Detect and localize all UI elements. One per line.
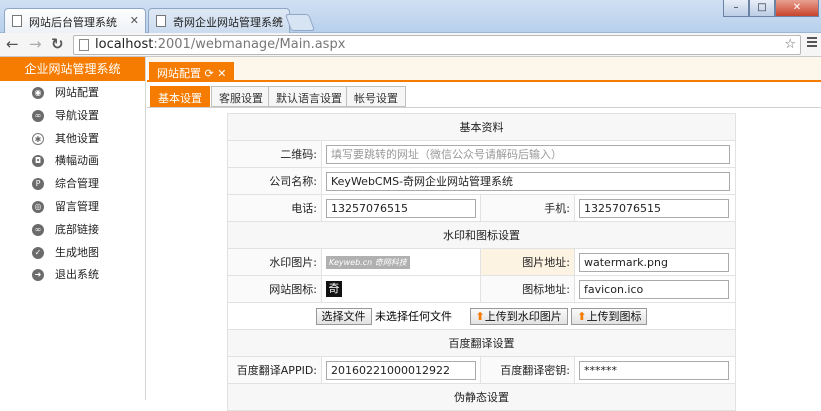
page-icon bbox=[79, 39, 89, 51]
message-icon: ◎ bbox=[32, 200, 44, 213]
sidebar-item-sitemap[interactable]: ✓ 生成地图 bbox=[0, 242, 145, 265]
camera-icon: ◘ bbox=[32, 155, 44, 168]
key-label: 百度翻译密钥: bbox=[480, 356, 575, 384]
sidebar-title: 企业网站管理系统 bbox=[0, 57, 145, 81]
sidebar-item-footer-links[interactable]: ∞ 底部链接 bbox=[0, 219, 145, 242]
cog-icon: ✱ bbox=[32, 132, 44, 145]
section-basic: 基本资料 bbox=[227, 113, 736, 141]
no-file-text: 未选择任何文件 bbox=[375, 309, 453, 323]
close-tab-icon[interactable]: ✕ bbox=[274, 14, 283, 27]
wm-path-input[interactable]: watermark.png bbox=[579, 252, 729, 272]
sidebar-item-general[interactable]: P 综合管理 bbox=[0, 173, 145, 196]
back-icon[interactable]: ← bbox=[6, 36, 19, 52]
upload-icon-button[interactable]: ⬆上传到图标 bbox=[571, 307, 648, 325]
link-icon: ∞ bbox=[32, 109, 44, 122]
sidebar: 企业网站管理系统 ◉ 网站配置 ∞ 导航设置 ✱ 其他设置 ◘ 横幅动画 P 综合管理 ◎… bbox=[0, 57, 146, 400]
company-label: 公司名称: bbox=[227, 167, 322, 195]
site-icon-label: 网站图标: bbox=[227, 275, 322, 303]
sidebar-item-logout[interactable]: ➜ 退出系统 bbox=[0, 264, 145, 287]
minimize-button[interactable]: – bbox=[723, 0, 749, 17]
site-favicon: 奇 bbox=[326, 281, 342, 297]
section-partial: 伪静态设置 bbox=[227, 383, 736, 411]
choose-file-button[interactable]: 选择文件 bbox=[315, 307, 372, 325]
gear-icon: ◉ bbox=[32, 87, 44, 99]
bookmark-star-icon[interactable]: ☆ bbox=[784, 37, 796, 52]
wm-path-label: 图片地址: bbox=[480, 248, 575, 276]
watermark-image: Keyweb.cn 奇网科技 bbox=[326, 256, 410, 269]
phone-input[interactable]: 13257076515 bbox=[326, 198, 476, 218]
close-icon[interactable]: ✕ bbox=[217, 67, 226, 80]
browser-tab-2[interactable]: 奇网企业网站管理系统 ✕ bbox=[148, 8, 290, 33]
close-tab-icon[interactable]: ✕ bbox=[130, 14, 139, 27]
sidebar-item-nav[interactable]: ∞ 导航设置 bbox=[0, 105, 145, 128]
address-bar[interactable]: localhost:2001/webmanage/Main.aspx ☆ bbox=[73, 35, 801, 55]
section-translate: 百度翻译设置 bbox=[227, 329, 736, 357]
browser-titlebar: 网站后台管理系统 ✕ 奇网企业网站管理系统 ✕ – □ ✕ bbox=[0, 0, 821, 33]
reload-icon[interactable]: ↻ bbox=[51, 36, 64, 52]
phone-label: 电话: bbox=[227, 194, 322, 222]
sidebar-item-messages[interactable]: ◎ 留言管理 bbox=[0, 196, 145, 219]
subtab-basic[interactable]: 基本设置 bbox=[150, 86, 210, 107]
browser-tab-1[interactable]: 网站后台管理系统 ✕ bbox=[4, 8, 146, 33]
mobile-label: 手机: bbox=[480, 194, 575, 222]
settings-table: 基本资料 二维码: 填写要跳转的网址（微信公众号请解码后输入） 公司名称: Ke… bbox=[227, 113, 736, 411]
upload-watermark-button[interactable]: ⬆上传到水印图片 bbox=[469, 307, 568, 325]
icon-path-label: 图标地址: bbox=[480, 275, 575, 303]
appid-label: 百度翻译APPID: bbox=[227, 356, 322, 384]
wm-image-label: 水印图片: bbox=[227, 248, 322, 276]
key-input[interactable]: ****** bbox=[579, 360, 729, 380]
sidebar-item-site-config[interactable]: ◉ 网站配置 bbox=[0, 82, 145, 105]
link-icon: ∞ bbox=[32, 223, 44, 236]
settings-form: 基本资料 二维码: 填写要跳转的网址（微信公众号请解码后输入） 公司名称: Ke… bbox=[147, 109, 821, 411]
sidebar-item-banner[interactable]: ◘ 横幅动画 bbox=[0, 150, 145, 173]
icon-path-input[interactable]: favicon.ico bbox=[579, 279, 729, 299]
maximize-button[interactable]: □ bbox=[749, 0, 775, 17]
qrcode-label: 二维码: bbox=[227, 140, 322, 168]
tab-title: 奇网企业网站管理系统 bbox=[173, 16, 283, 29]
subtab-account[interactable]: 帐号设置 bbox=[346, 86, 406, 107]
main-tabbar: 网站配置 ⟳ ✕ bbox=[147, 57, 821, 82]
subtab-service[interactable]: 客服设置 bbox=[211, 86, 271, 107]
section-watermark: 水印和图标设置 bbox=[227, 221, 736, 249]
window-controls: – □ ✕ bbox=[723, 0, 819, 17]
tab-title: 网站后台管理系统 bbox=[29, 16, 117, 29]
exit-icon: ➜ bbox=[32, 269, 44, 282]
qrcode-input[interactable]: 填写要跳转的网址（微信公众号请解码后输入） bbox=[326, 144, 730, 164]
close-window-button[interactable]: ✕ bbox=[775, 0, 819, 17]
sidebar-item-other[interactable]: ✱ 其他设置 bbox=[0, 128, 145, 151]
new-tab-button[interactable] bbox=[284, 14, 316, 31]
subtabs: 基本设置 客服设置 默认语言设置 帐号设置 bbox=[147, 82, 821, 108]
toolbar: ← → ↻ localhost:2001/webmanage/Main.aspx… bbox=[0, 33, 821, 57]
main-panel: 网站配置 ⟳ ✕ 基本设置 客服设置 默认语言设置 帐号设置 基本资料 二维码:… bbox=[147, 57, 821, 411]
p-icon: P bbox=[32, 178, 44, 191]
menu-icon[interactable] bbox=[807, 37, 817, 49]
page-icon bbox=[156, 15, 166, 27]
tab-site-config[interactable]: 网站配置 ⟳ ✕ bbox=[149, 62, 235, 82]
company-input[interactable]: KeyWebCMS-奇网企业网站管理系统 bbox=[326, 171, 730, 191]
subtab-language[interactable]: 默认语言设置 bbox=[268, 86, 350, 107]
upload-arrow-icon: ⬆ bbox=[475, 309, 485, 323]
appid-input[interactable]: 20160221000012922 bbox=[326, 360, 476, 380]
page-icon bbox=[12, 15, 22, 27]
check-icon: ✓ bbox=[32, 246, 44, 259]
forward-icon[interactable]: → bbox=[29, 36, 42, 52]
refresh-icon[interactable]: ⟳ bbox=[205, 67, 214, 80]
url-text: localhost:2001/webmanage/Main.aspx bbox=[95, 37, 346, 52]
mobile-input[interactable]: 13257076515 bbox=[579, 198, 729, 218]
